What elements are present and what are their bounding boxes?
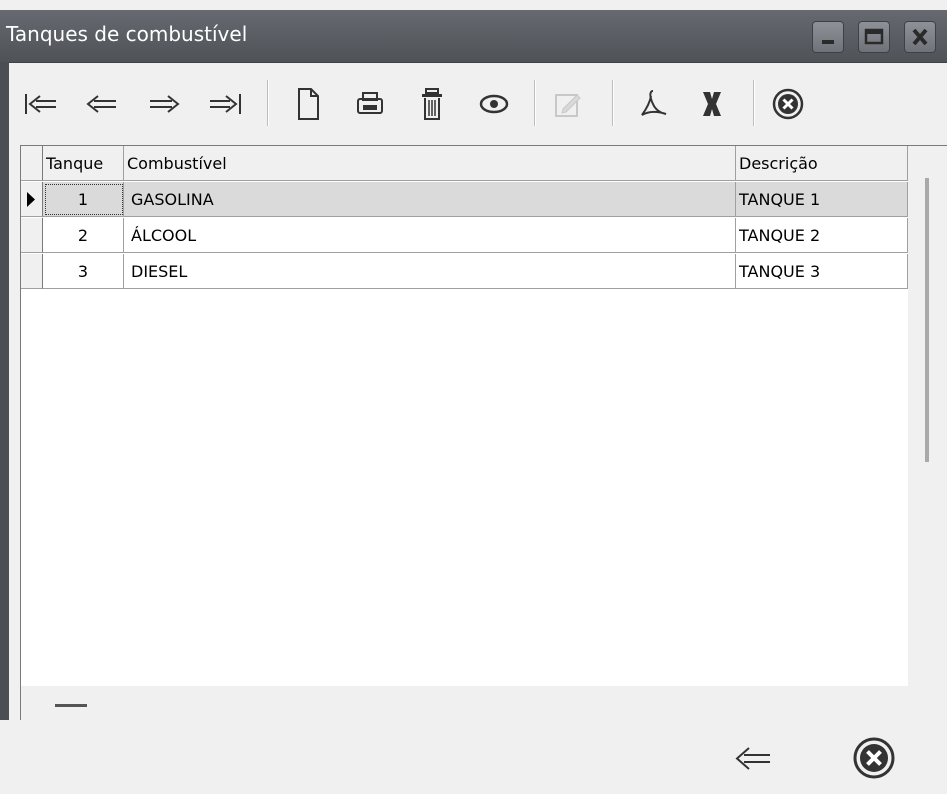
minimize-icon — [822, 40, 834, 44]
window-title: Tanques de combustível — [6, 22, 248, 46]
column-header-combustivel[interactable]: Combustível — [124, 146, 736, 181]
print-icon — [357, 92, 383, 114]
edit-button[interactable] — [542, 76, 594, 132]
maximize-icon — [864, 28, 884, 45]
column-header-descricao[interactable]: Descrição — [736, 146, 908, 181]
print-button[interactable] — [344, 76, 396, 132]
table-row[interactable]: 3 DIESEL TANQUE 3 — [21, 254, 908, 290]
bottom-panel — [0, 720, 947, 794]
next-record-icon — [150, 95, 180, 113]
toolbar — [10, 72, 940, 136]
cancel-button[interactable] — [762, 76, 814, 132]
first-record-icon — [25, 94, 56, 114]
last-record-button[interactable] — [200, 76, 252, 132]
header-indicator-cell — [21, 146, 43, 181]
cell-descricao[interactable]: TANQUE 2 — [736, 218, 908, 253]
view-icon — [479, 94, 509, 114]
previous-record-button[interactable] — [76, 76, 128, 132]
horizontal-scroll-thumb[interactable] — [55, 704, 87, 707]
cell-descricao[interactable]: TANQUE 3 — [736, 254, 908, 289]
tanks-grid[interactable]: Tanque Combustível Descrição 1 GASOLINA … — [20, 145, 947, 721]
back-icon — [735, 747, 770, 770]
close-circle-icon — [853, 737, 895, 779]
toolbar-separator — [267, 80, 269, 126]
maximize-button[interactable] — [858, 21, 890, 53]
excel-button[interactable] — [686, 76, 738, 132]
current-row-arrow-icon — [27, 192, 35, 207]
focus-rectangle — [45, 184, 123, 215]
new-button[interactable] — [282, 76, 334, 132]
cancel-icon — [772, 88, 804, 120]
toolbar-separator — [534, 80, 536, 126]
edit-icon — [555, 94, 581, 117]
first-record-button[interactable] — [14, 76, 66, 132]
row-indicator — [21, 218, 43, 253]
previous-record-icon — [86, 95, 116, 113]
excel-icon — [703, 92, 721, 116]
pdf-icon — [641, 90, 667, 116]
view-button[interactable] — [468, 76, 520, 132]
column-header-tanque[interactable]: Tanque — [43, 146, 124, 181]
row-indicator — [21, 254, 43, 289]
vertical-scrollbar[interactable] — [908, 146, 947, 686]
cell-descricao[interactable]: TANQUE 1 — [736, 182, 908, 217]
minimize-button[interactable] — [812, 21, 844, 53]
close-form-button[interactable] — [848, 730, 900, 786]
close-icon — [912, 28, 928, 46]
pdf-button[interactable] — [627, 76, 679, 132]
row-indicator — [21, 182, 43, 217]
delete-button[interactable] — [406, 76, 458, 132]
main-window: Tanques de combustível Tanque Combustíve… — [0, 0, 947, 794]
toolbar-separator — [612, 80, 614, 126]
cell-combustivel[interactable]: GASOLINA — [124, 182, 736, 217]
window-left-edge — [0, 62, 9, 794]
vertical-scroll-thumb[interactable] — [925, 178, 929, 462]
back-button[interactable] — [726, 730, 778, 786]
cell-combustivel[interactable]: ÁLCOOL — [124, 218, 736, 253]
title-bar: Tanques de combustível — [0, 10, 947, 63]
cell-tanque[interactable]: 2 — [43, 218, 124, 253]
grid-header: Tanque Combustível Descrição — [21, 146, 908, 182]
table-row[interactable]: 2 ÁLCOOL TANQUE 2 — [21, 218, 908, 254]
cell-tanque[interactable]: 3 — [43, 254, 124, 289]
horizontal-scrollbar[interactable] — [21, 686, 947, 721]
new-document-icon — [298, 88, 319, 120]
toolbar-separator — [753, 80, 755, 126]
next-record-button[interactable] — [138, 76, 190, 132]
table-row[interactable]: 1 GASOLINA TANQUE 1 — [21, 182, 908, 218]
delete-icon — [422, 88, 442, 120]
close-window-button[interactable] — [904, 21, 936, 53]
last-record-icon — [210, 94, 241, 114]
cell-combustivel[interactable]: DIESEL — [124, 254, 736, 289]
